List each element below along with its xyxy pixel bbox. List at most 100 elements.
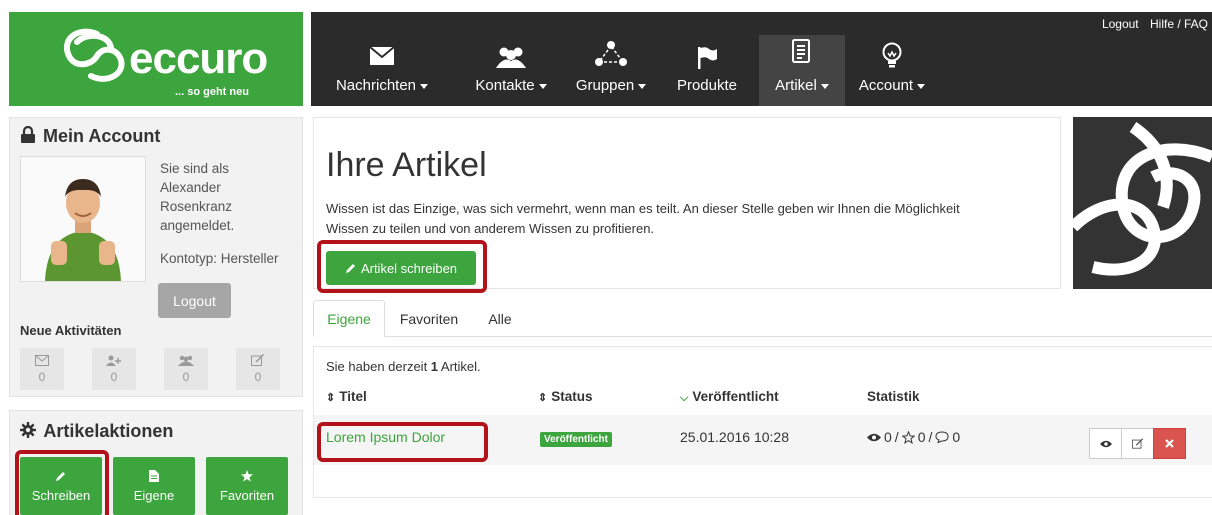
nav-label-produkte: Produkte [676, 77, 738, 94]
gear-icon [20, 422, 36, 438]
article-actions-title: Artikelaktionen [43, 421, 174, 441]
star-icon [241, 469, 253, 482]
logo-brand: eccuro [129, 34, 268, 83]
logout-button[interactable]: Logout [158, 283, 231, 318]
users-icon [496, 47, 526, 68]
group-network-icon [595, 41, 627, 66]
article-actions-panel: Artikelaktionen Schreiben Eigene Favorit… [9, 410, 303, 515]
column-header-statistik: Statistik [867, 389, 920, 404]
lock-icon [21, 125, 35, 143]
eccuro-logo-icon [64, 28, 125, 82]
add-user-icon [106, 355, 121, 366]
account-panel-header: Mein Account [20, 125, 161, 147]
envelope-icon [35, 354, 49, 366]
logo[interactable]: eccuro ... so geht neu [9, 12, 303, 106]
file-icon [149, 469, 159, 482]
avatar [20, 156, 146, 282]
write-article-action-button[interactable]: Schreiben [20, 457, 102, 515]
intro-panel: Ihre Artikel Wissen ist das Einzige, was… [313, 117, 1061, 289]
activity-count: 0 [254, 370, 262, 384]
nav-item-artikel[interactable]: Artikel [759, 35, 845, 106]
comments-count: 0 [952, 429, 961, 445]
close-icon [1165, 439, 1174, 448]
write-article-button[interactable]: Artikel schreiben [326, 251, 476, 285]
write-article-button-label: Artikel schreiben [360, 260, 458, 276]
column-header-veroeffentlicht[interactable]: ⌵ Veröffentlicht [680, 389, 779, 405]
status-badge: Veröffentlicht [540, 432, 612, 447]
stats-separator: / [894, 429, 899, 445]
sort-icon: ⇕ [326, 392, 336, 404]
chevron-down-icon: ⌵ [680, 392, 689, 404]
nav-label-artikel: Artikel [775, 77, 817, 94]
sort-icon: ⇕ [538, 392, 548, 404]
user-photo [21, 157, 145, 281]
lightbulb-icon [882, 42, 902, 68]
nav-item-kontakte[interactable]: Kontakte [461, 12, 561, 106]
edit-icon [251, 354, 265, 366]
article-count: 1 [430, 359, 439, 374]
logo-tagline: ... so geht neu [175, 86, 249, 98]
account-panel: Mein Account Sie sind als Alexander Rose… [9, 117, 303, 397]
article-count-suffix: Artikel. [438, 359, 481, 374]
pencil-icon [345, 264, 355, 273]
user-first-name: Alexander [160, 180, 221, 195]
top-links: Logout Hilfe / FAQ [1094, 17, 1208, 31]
tab-alle[interactable]: Alle [473, 300, 527, 337]
eye-icon [867, 433, 881, 441]
activity-count: 0 [38, 369, 46, 384]
article-actions-header: Artikelaktionen [20, 421, 173, 442]
logged-in-text: Sie sind als Alexander Rosenkranz angeme… [160, 159, 300, 235]
nav-label-gruppen: Gruppen [575, 77, 635, 94]
tab-eigene[interactable]: Eigene [313, 300, 385, 337]
activity-groups[interactable]: 0 [164, 348, 208, 390]
page-title: Ihre Artikel [326, 146, 487, 184]
chevron-down-icon [917, 83, 926, 89]
pencil-icon [56, 471, 65, 481]
nav-item-nachrichten[interactable]: Nachrichten [325, 12, 439, 106]
own-articles-action-label: Eigene [133, 487, 175, 503]
logout-link[interactable]: Logout [1102, 17, 1139, 31]
account-panel-title: Mein Account [43, 126, 161, 146]
view-article-button[interactable] [1089, 428, 1122, 459]
article-count-text: Sie haben derzeit 1 Artikel. [326, 359, 481, 374]
chevron-down-icon [538, 83, 547, 89]
help-faq-link[interactable]: Hilfe / FAQ [1150, 17, 1208, 31]
article-count-prefix: Sie haben derzeit [326, 359, 431, 374]
intro-text-line: Wissen ist das Einzige, was sich vermehr… [326, 201, 960, 216]
column-header-titel[interactable]: ⇕ Titel [326, 389, 367, 404]
favorites-count: 0 [917, 429, 926, 445]
eccuro-knot-image [1073, 117, 1212, 289]
edit-article-button[interactable] [1121, 428, 1154, 459]
chevron-down-icon [420, 83, 429, 89]
account-type: Kontotyp: Hersteller [160, 251, 279, 266]
user-last-name: Rosenkranz [160, 199, 233, 214]
nav-label-kontakte: Kontakte [475, 77, 535, 94]
delete-article-button[interactable] [1153, 428, 1186, 459]
tab-favoriten[interactable]: Favoriten [391, 300, 467, 337]
column-header-status[interactable]: ⇕ Status [538, 389, 592, 404]
group-icon [178, 355, 194, 366]
activity-count: 0 [110, 369, 118, 384]
brand-image [1073, 117, 1212, 289]
column-header-label: Veröffentlicht [692, 389, 779, 404]
edit-icon [1131, 438, 1143, 449]
write-article-action-label: Schreiben [31, 487, 91, 503]
article-tabs: Eigene Favoriten Alle [313, 300, 1212, 337]
activity-articles[interactable]: 0 [236, 348, 280, 390]
activity-contacts[interactable]: 0 [92, 348, 136, 390]
article-statistics: 0 / 0 / 0 [867, 429, 960, 445]
favorite-articles-action-button[interactable]: Favoriten [206, 457, 288, 515]
document-icon [792, 39, 810, 63]
logged-in-line: angemeldet. [160, 218, 235, 233]
intro-text-line: Wissen zu teilen und von anderem Wissen … [326, 221, 655, 236]
nav-item-gruppen[interactable]: Gruppen [561, 12, 661, 106]
article-title-link[interactable]: Lorem Ipsum Dolor [326, 429, 445, 445]
own-articles-action-button[interactable]: Eigene [113, 457, 195, 515]
views-count: 0 [884, 429, 892, 445]
nav-item-account[interactable]: Account [849, 12, 935, 106]
nav-label-account: Account [858, 77, 914, 94]
nav-item-produkte[interactable]: Produkte [667, 12, 747, 106]
activity-messages[interactable]: 0 [20, 348, 64, 390]
top-navigation: Logout Hilfe / FAQ Nachrichten Kontakte … [311, 12, 1212, 106]
eye-icon [1099, 440, 1112, 447]
